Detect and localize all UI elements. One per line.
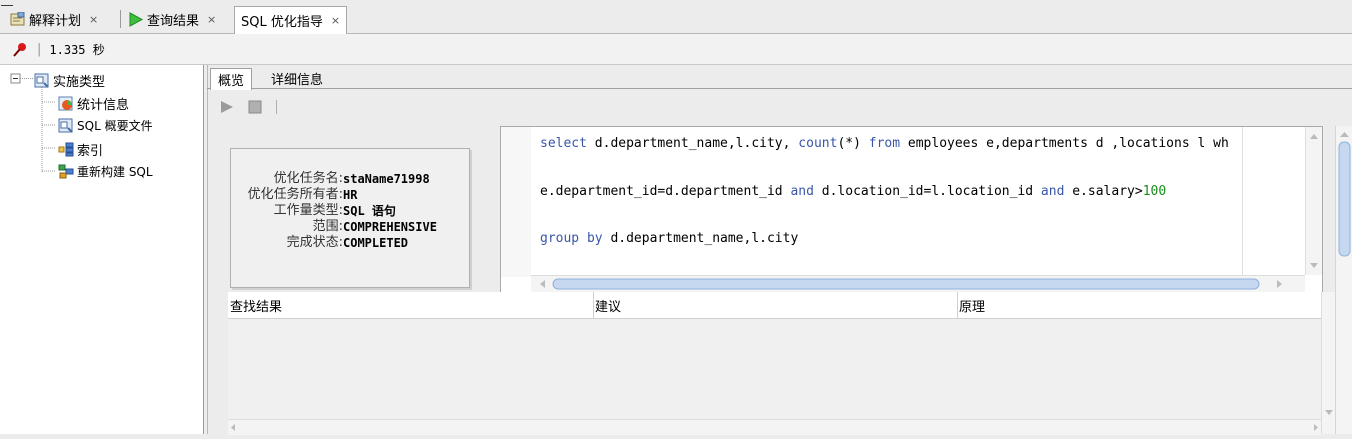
editor-tab-bar: 解释计划 × 查询结果 × SQL 优化指导 × — [0, 6, 1352, 34]
sql-right-margin — [1242, 127, 1243, 277]
summary-value: COMPREHENSIVE — [343, 220, 437, 234]
subtab-underline — [207, 88, 1352, 89]
tab-label: 查询结果 — [147, 13, 200, 29]
tree-root-node[interactable]: 实施类型 — [34, 71, 105, 90]
sql-text: (*) — [837, 136, 869, 151]
summary-value: SQL 语句 — [343, 204, 396, 218]
sql-line-1: select d.department_name,l.city, count(*… — [540, 136, 1229, 151]
summary-row-owner: 优化任务所有者: HR — [231, 187, 469, 203]
sql-line-3: group by d.department_name,l.city — [540, 231, 798, 246]
scrollbar-arrows — [1310, 134, 1318, 268]
sql-keyword: group by — [540, 231, 603, 246]
sql-line-2: e.department_id=d.department_id and d.lo… — [540, 184, 1166, 199]
sql-text: e.department_id=d.department_id — [540, 184, 791, 199]
tab-query-results[interactable]: 查询结果 × — [122, 6, 222, 32]
summary-value: HR — [343, 188, 358, 202]
tab-explain-plan[interactable]: 解释计划 × — [4, 6, 104, 32]
tree-node-label: 重新构建 SQL — [77, 165, 153, 179]
tree-item-restructure-sql[interactable]: 重新构建 SQL — [58, 163, 153, 180]
summary-label: 完成状态: — [286, 235, 343, 250]
findings-horizontal-scrollbar[interactable] — [228, 419, 1321, 435]
close-icon[interactable]: × — [89, 13, 98, 26]
summary-value: COMPLETED — [343, 236, 409, 250]
run-button[interactable] — [219, 99, 235, 119]
sql-horizontal-scrollbar[interactable] — [531, 275, 1305, 292]
summary-label: 工作量类型: — [273, 203, 343, 218]
scrollbar-track — [540, 278, 1282, 290]
stop-icon — [248, 100, 262, 114]
column-label: 原理 — [959, 299, 986, 315]
summary-label: 优化任务名: — [273, 171, 343, 186]
tree-node-label: 统计信息 — [77, 98, 130, 113]
pane-vertical-scrollbar[interactable] — [1335, 126, 1352, 434]
tree-item-index[interactable]: 索引 — [58, 140, 103, 159]
tab-label: 解释计划 — [29, 13, 82, 29]
restructure-sql-icon — [58, 164, 74, 179]
column-header-rationale[interactable]: 原理 — [957, 292, 1322, 318]
findings-table-body — [228, 319, 1321, 419]
tree-node-label: SQL 概要文件 — [77, 119, 153, 133]
sql-text: d.department_name,l.city — [602, 231, 799, 246]
index-icon — [58, 142, 74, 157]
scrollbar-arrows — [231, 424, 1318, 431]
sql-gutter — [501, 127, 531, 277]
scrollbar-arrows — [1325, 410, 1333, 415]
summary-row-status: 完成状态: COMPLETED — [231, 235, 469, 251]
sql-profile-icon — [58, 118, 74, 133]
tree-item-sql-profile[interactable]: SQL 概要文件 — [58, 117, 153, 134]
status-bar: | 1.335 秒 — [0, 34, 1352, 65]
column-header-recommendation[interactable]: 建议 — [593, 292, 958, 318]
findings-table-header: 查找结果 建议 原理 — [228, 292, 1322, 319]
elapsed-time: 1.335 秒 — [49, 42, 105, 57]
findings-vertical-scrollbar[interactable] — [1321, 292, 1336, 434]
sql-text: employees e,departments d ,locations l w… — [900, 136, 1229, 151]
tree-node-label: 实施类型 — [53, 75, 106, 90]
summary-row-workload-type: 工作量类型: SQL 语句 — [231, 203, 469, 219]
statistics-icon — [58, 96, 74, 111]
status-divider: | — [37, 41, 42, 57]
summary-row-scope: 范围: COMPREHENSIVE — [231, 219, 469, 235]
summary-row-task-name: 优化任务名: staName71998 — [231, 171, 469, 187]
tab-label: SQL 优化指导 — [241, 15, 323, 30]
pin-icon[interactable] — [12, 42, 28, 57]
column-header-findings[interactable]: 查找结果 — [228, 292, 594, 318]
sql-keyword: select — [540, 136, 587, 151]
toolbar-divider — [276, 100, 277, 114]
report-icon — [34, 73, 50, 88]
tab-divider — [120, 10, 121, 28]
tab-details[interactable]: 详细信息 — [264, 68, 330, 89]
sql-text: d.department_name,l.city, — [586, 136, 799, 151]
close-icon[interactable]: × — [331, 14, 340, 27]
summary-label: 范围: — [312, 219, 343, 234]
sql-number: 100 — [1142, 184, 1167, 199]
sql-keyword: and — [790, 184, 814, 199]
column-label: 查找结果 — [230, 299, 283, 315]
summary-label: 优化任务所有者: — [247, 187, 343, 202]
sql-text: e.salary> — [1064, 184, 1143, 199]
sql-keyword: and — [1040, 184, 1065, 199]
subtab-label: 详细信息 — [271, 73, 324, 88]
tab-overview[interactable]: 概览 — [210, 68, 253, 90]
column-label: 建议 — [595, 299, 622, 315]
sql-keyword: from — [868, 136, 901, 151]
tree-node-label: 索引 — [77, 144, 104, 159]
run-triangle-icon — [128, 11, 144, 27]
tree-item-statistics[interactable]: 统计信息 — [58, 94, 129, 113]
subtab-label: 概览 — [218, 74, 245, 89]
sql-text: d.location_id=l.location_id — [813, 184, 1041, 199]
task-summary-box: 优化任务名: staName71998 优化任务所有者: HR 工作量类型: S… — [230, 148, 470, 288]
implementation-type-tree: 实施类型 统计信息 SQL 概要文件 索引 重新构建 SQL — [0, 65, 204, 434]
play-icon — [221, 101, 233, 113]
tab-sql-tuning-advisor[interactable]: SQL 优化指导 × — [234, 6, 348, 34]
sql-text-area[interactable]: select d.department_name,l.city, count(*… — [500, 126, 1323, 293]
sql-keyword: count — [798, 136, 838, 151]
explain-plan-icon — [10, 11, 26, 27]
close-icon[interactable]: × — [207, 13, 216, 26]
stop-button[interactable] — [247, 99, 263, 119]
sql-vertical-scrollbar[interactable] — [1305, 127, 1322, 275]
scrollbar-track — [1338, 132, 1351, 257]
summary-value: staName71998 — [343, 172, 430, 186]
